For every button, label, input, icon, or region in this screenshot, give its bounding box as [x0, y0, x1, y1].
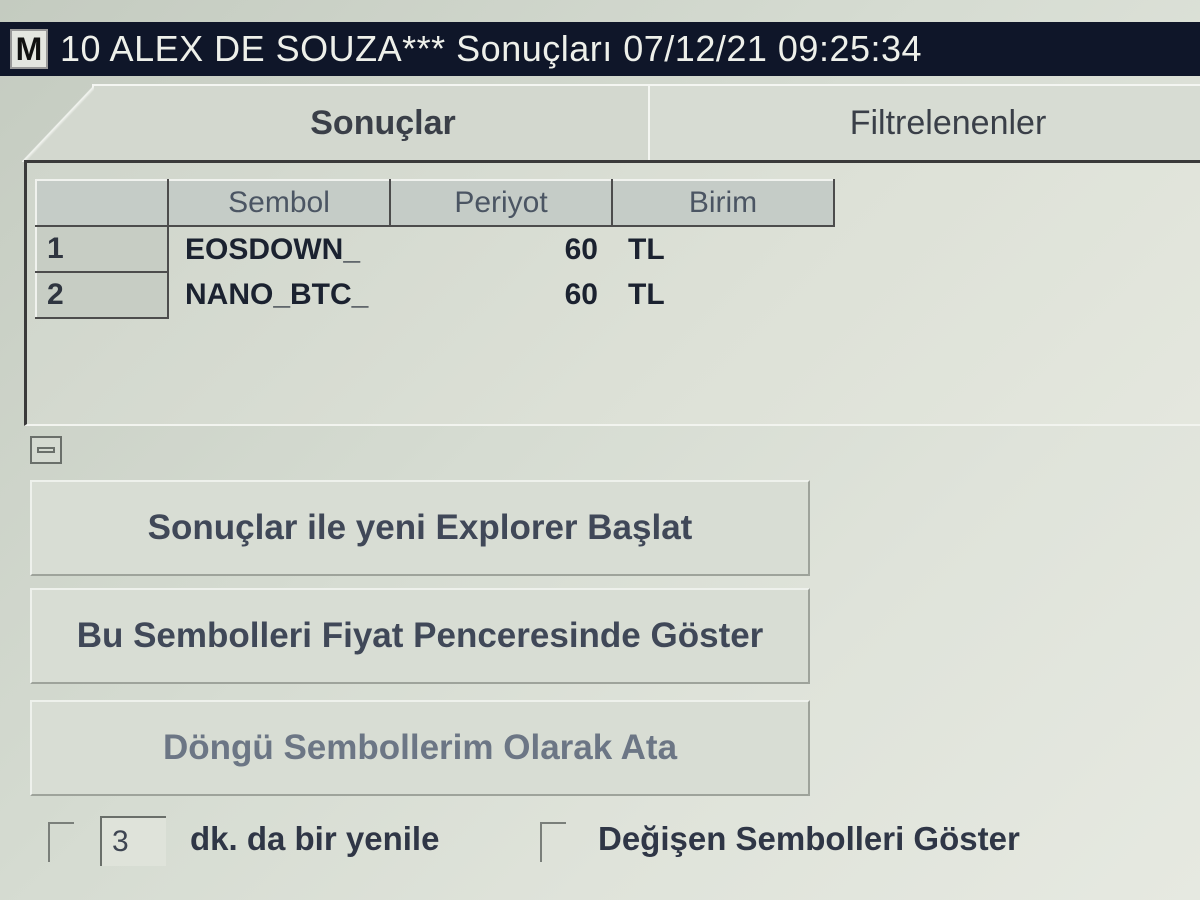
corner-header — [35, 179, 169, 227]
show-in-price-window-button[interactable]: Bu Sembolleri Fiyat Penceresinde Göster — [30, 588, 810, 684]
cell-sembol[interactable]: EOSDOWN_ — [168, 226, 390, 272]
cell-sembol[interactable]: NANO_BTC_ — [168, 272, 390, 318]
table-header-row: Sembol Periyot Birim — [35, 179, 835, 227]
table-row[interactable]: 2 NANO_BTC_ 60 TL — [35, 271, 834, 319]
cell-periyot[interactable]: 60 — [390, 272, 612, 318]
tab-filtrelenenler[interactable]: Filtrelenenler — [648, 84, 1200, 160]
app-icon[interactable]: M — [10, 29, 48, 69]
title-bar[interactable]: M 10 ALEX DE SOUZA*** Sonuçları 07/12/21… — [0, 22, 1200, 76]
tab-strip: Sonuçlar Filtrelenenler — [22, 84, 1200, 162]
options-bar: 3 dk. da bir yenile Değişen Sembolleri G… — [0, 812, 1200, 872]
cell-birim[interactable]: TL — [612, 226, 834, 272]
window-title: 10 ALEX DE SOUZA*** Sonuçları 07/12/21 0… — [60, 28, 923, 69]
auto-refresh-label: dk. da bir yenile — [190, 820, 440, 857]
results-window: M 10 ALEX DE SOUZA*** Sonuçları 07/12/21… — [0, 0, 1200, 900]
column-header-sembol[interactable]: Sembol — [167, 179, 391, 227]
row-number[interactable]: 2 — [35, 271, 169, 319]
refresh-minutes-input[interactable]: 3 — [100, 816, 166, 866]
show-changing-symbols-label: Değişen Sembolleri Göster — [598, 820, 1020, 857]
results-table: Sembol Periyot Birim 1 EOSDOWN_ 60 TL 2 … — [35, 179, 835, 319]
cell-periyot[interactable]: 60 — [390, 226, 612, 272]
results-grid-panel: Sembol Periyot Birim 1 EOSDOWN_ 60 TL 2 … — [24, 160, 1200, 426]
tab-sonuclar[interactable]: Sonuçlar — [22, 84, 672, 162]
start-explorer-button[interactable]: Sonuçlar ile yeni Explorer Başlat — [30, 480, 810, 576]
column-header-periyot[interactable]: Periyot — [389, 179, 613, 227]
cell-birim[interactable]: TL — [612, 272, 834, 318]
column-header-birim[interactable]: Birim — [611, 179, 835, 227]
show-changing-symbols-checkbox[interactable] — [540, 822, 566, 862]
auto-refresh-checkbox[interactable] — [48, 822, 74, 862]
assign-loop-symbols-button[interactable]: Döngü Sembollerim Olarak Ata — [30, 700, 810, 796]
collapse-icon[interactable] — [30, 436, 62, 464]
table-row[interactable]: 1 EOSDOWN_ 60 TL — [35, 225, 834, 273]
row-number[interactable]: 1 — [35, 225, 169, 273]
